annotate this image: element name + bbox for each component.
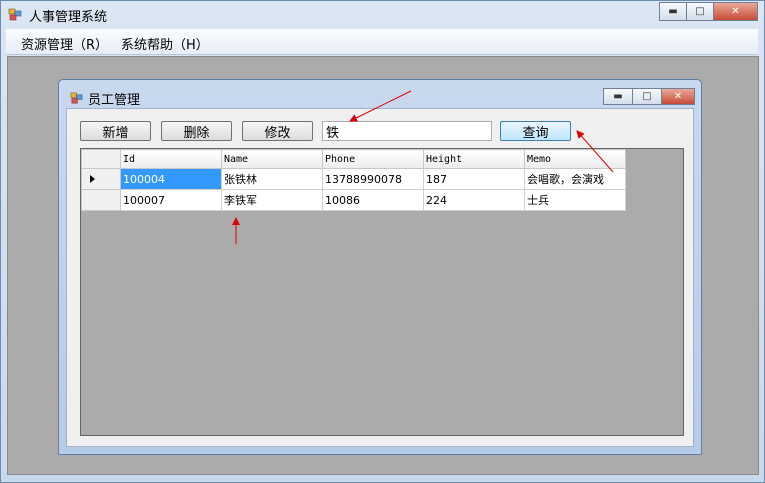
child-client-area: 新增 删除 修改 查询 Id Name Phone Height Memo [66, 108, 694, 447]
minimize-button[interactable]: ▬ [659, 2, 687, 21]
add-button[interactable]: 新增 [80, 121, 151, 141]
child-close-button[interactable]: ✕ [661, 88, 695, 105]
menu-bar: 资源管理（R） 系统帮助（H） [6, 29, 758, 55]
app-icon [8, 8, 22, 21]
mdi-client-area: 员工管理 ▬ □ ✕ 新增 删除 修改 查询 Id Name [7, 56, 759, 475]
cell-height[interactable]: 224 [423, 189, 525, 211]
menu-resource-management[interactable]: 资源管理（R） [21, 34, 108, 53]
cell-id[interactable]: 100007 [120, 189, 222, 211]
close-button[interactable]: ✕ [713, 2, 758, 21]
query-button[interactable]: 查询 [500, 121, 571, 141]
employee-management-window: 员工管理 ▬ □ ✕ 新增 删除 修改 查询 Id Name [58, 79, 702, 455]
title-bar[interactable]: 人事管理系统 ▬ □ ✕ [1, 1, 764, 28]
cell-memo[interactable]: 士兵 [524, 189, 626, 211]
column-header-id[interactable]: Id [120, 149, 222, 169]
grid-corner-header [81, 149, 121, 169]
column-header-phone[interactable]: Phone [322, 149, 424, 169]
cell-name[interactable]: 张铁林 [221, 168, 323, 190]
cell-name[interactable]: 李铁军 [221, 189, 323, 211]
row-header-current[interactable] [81, 168, 121, 190]
child-maximize-button[interactable]: □ [632, 88, 662, 105]
child-minimize-button[interactable]: ▬ [603, 88, 633, 105]
employee-grid[interactable]: Id Name Phone Height Memo 100004 张铁林 137… [80, 148, 684, 436]
cell-id[interactable]: 100004 [120, 168, 222, 190]
child-window-title: 员工管理 [88, 93, 141, 108]
menu-system-help[interactable]: 系统帮助（H） [121, 34, 209, 53]
grid-table: Id Name Phone Height Memo 100004 张铁林 137… [81, 149, 626, 211]
column-header-memo[interactable]: Memo [524, 149, 626, 169]
current-row-arrow-icon [90, 174, 95, 183]
cell-phone[interactable]: 10086 [322, 189, 424, 211]
cell-height[interactable]: 187 [423, 168, 525, 190]
cell-phone[interactable]: 13788990078 [322, 168, 424, 190]
form-icon [70, 92, 83, 104]
row-header[interactable] [81, 189, 121, 211]
maximize-button[interactable]: □ [686, 2, 714, 21]
cell-memo[interactable]: 会唱歌，会演戏 [524, 168, 626, 190]
table-row[interactable]: 100007 李铁军 10086 224 士兵 [81, 189, 626, 211]
main-window: 人事管理系统 ▬ □ ✕ 资源管理（R） 系统帮助（H） 员工管理 ▬ □ ✕ … [0, 0, 765, 483]
search-input[interactable] [322, 121, 492, 141]
delete-button[interactable]: 删除 [161, 121, 232, 141]
table-row[interactable]: 100004 张铁林 13788990078 187 会唱歌，会演戏 [81, 168, 626, 190]
window-title: 人事管理系统 [29, 10, 108, 25]
column-header-height[interactable]: Height [423, 149, 525, 169]
column-header-name[interactable]: Name [221, 149, 323, 169]
edit-button[interactable]: 修改 [242, 121, 313, 141]
grid-header-row: Id Name Phone Height Memo [81, 149, 626, 169]
